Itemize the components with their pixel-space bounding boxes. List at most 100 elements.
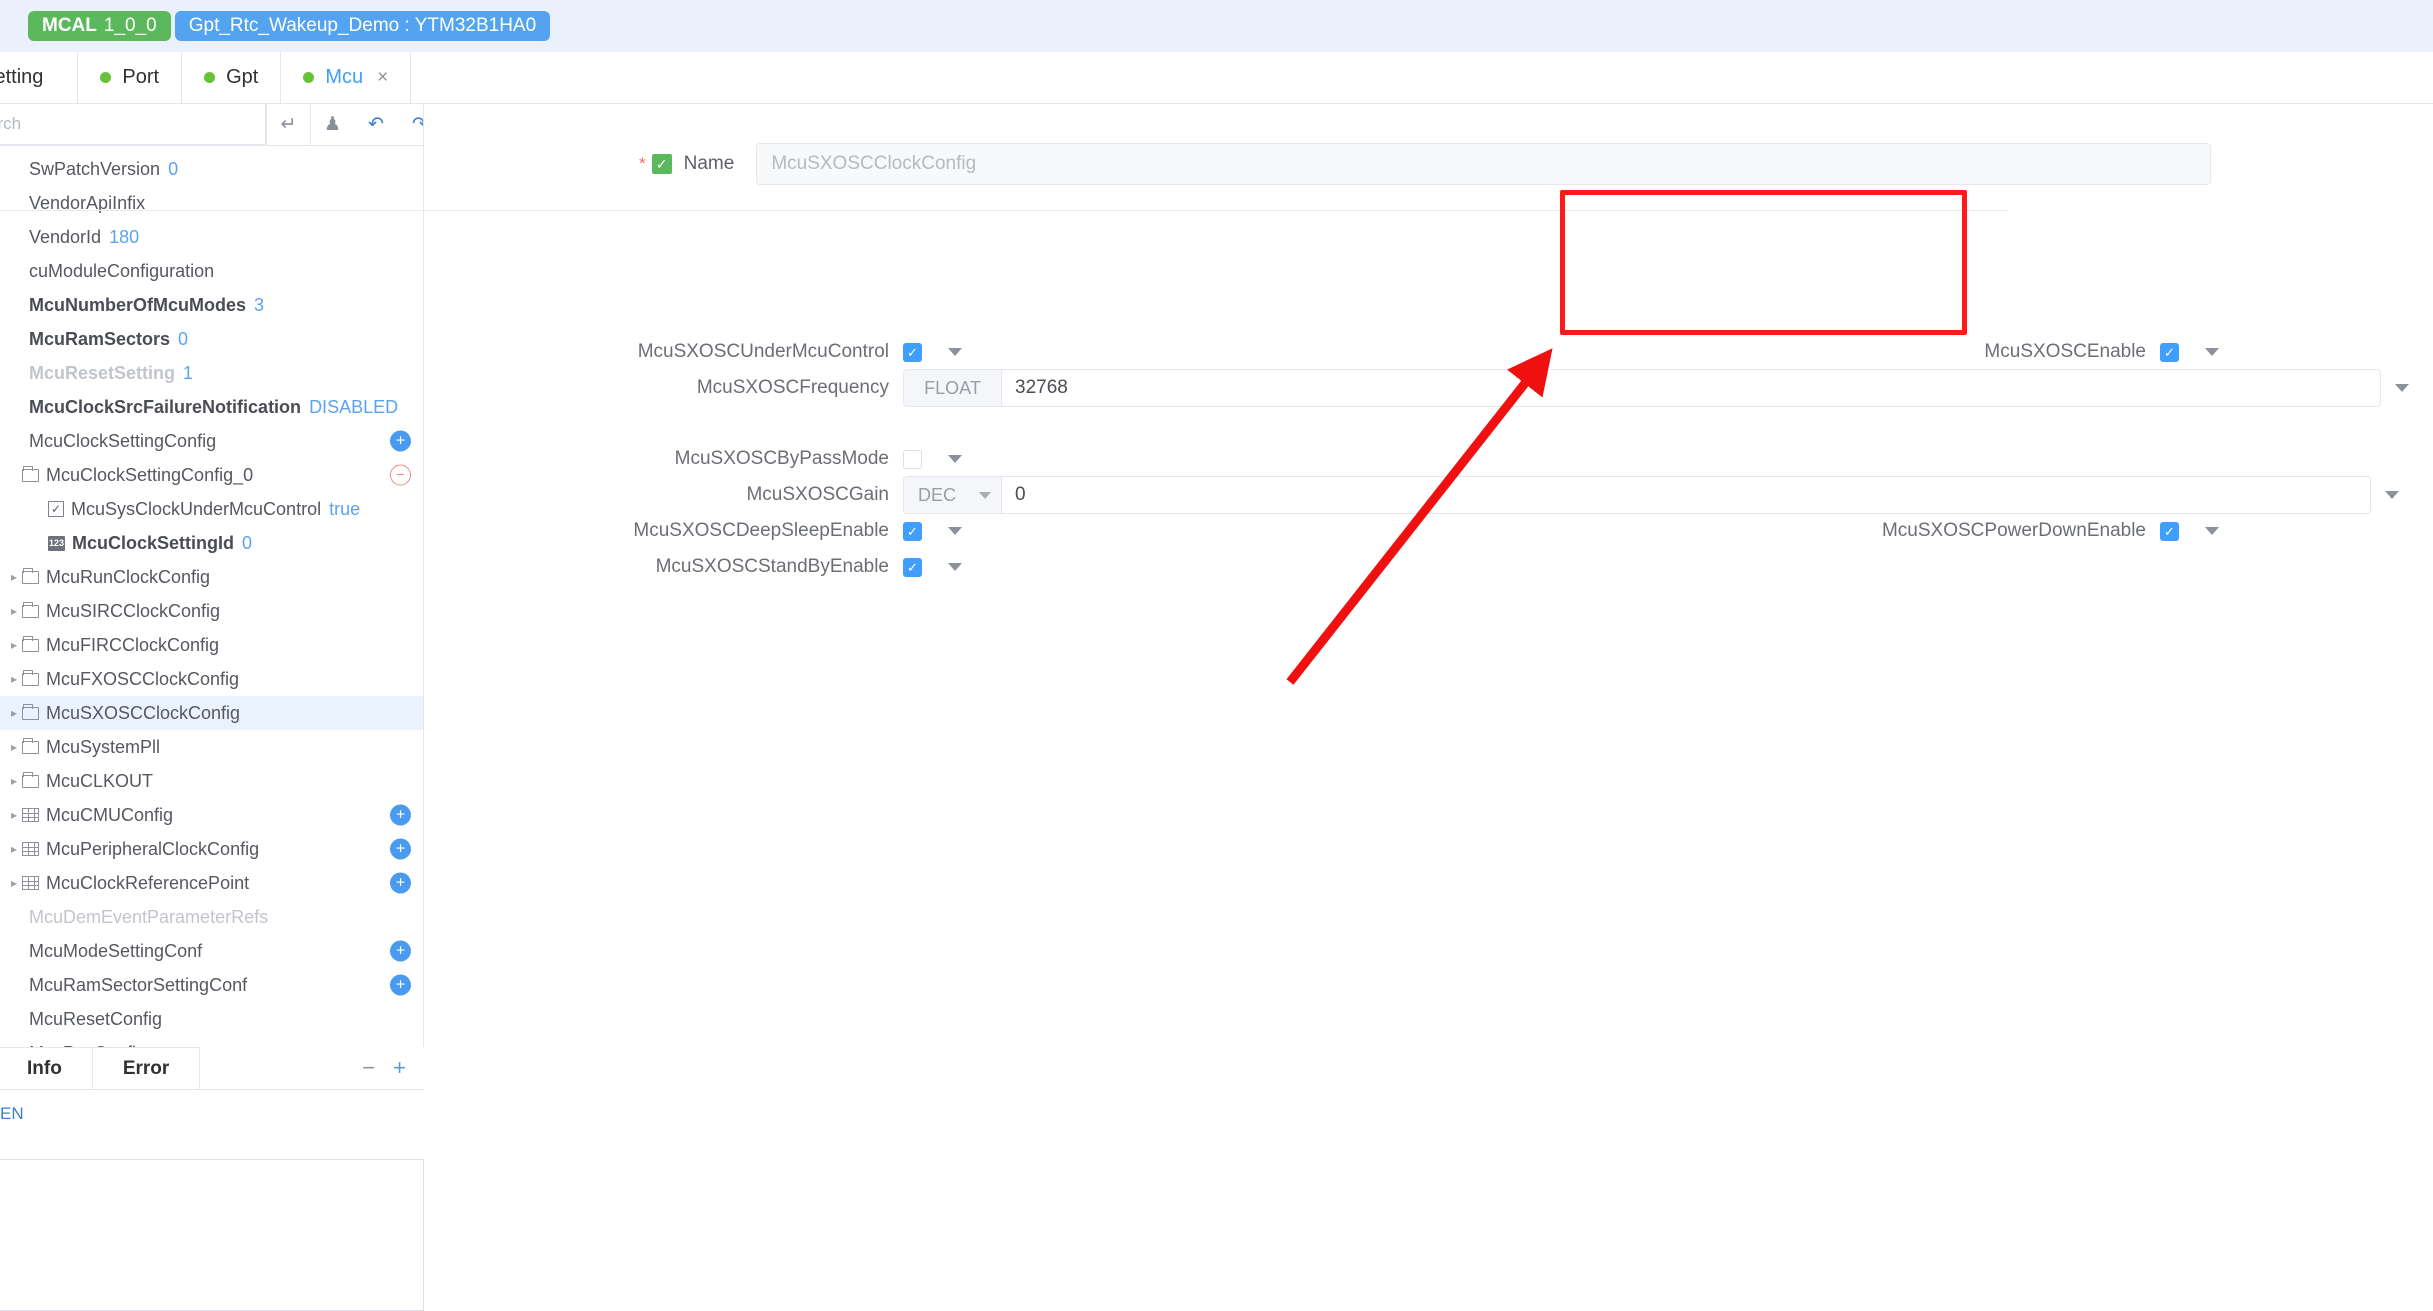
search-input[interactable]: arch	[0, 104, 266, 145]
field-label: McuSXOSCEnable	[1984, 341, 2146, 362]
tree-item[interactable]: ▸ McuSystemPll	[0, 730, 423, 764]
chevron-right-icon[interactable]: ▸	[6, 604, 22, 618]
undo-icon[interactable]: ↶	[354, 104, 398, 145]
tree-item[interactable]: ▸ McuCLKOUT	[0, 764, 423, 798]
tree-item-value: DISABLED	[309, 396, 399, 417]
add-item-button[interactable]: +	[390, 974, 411, 996]
folder-icon	[22, 737, 39, 754]
log-tab-bar: Info Error − +	[0, 1047, 424, 1090]
chevron-down-icon[interactable]	[948, 455, 962, 463]
tree-item[interactable]: ▸✓McuSysClockUnderMcuControltrue	[0, 492, 423, 526]
tab-info[interactable]: Info	[0, 1047, 93, 1089]
chevron-down-icon[interactable]	[2205, 348, 2219, 356]
status-dot-icon	[100, 72, 112, 83]
tree-item[interactable]: ▸McuClockSettingConfig_0−	[0, 458, 423, 492]
chevron-down-icon[interactable]	[948, 563, 962, 571]
folder-icon	[22, 669, 39, 686]
remove-item-button[interactable]: −	[390, 464, 411, 486]
chevron-down-icon[interactable]	[948, 348, 962, 356]
tree-item-label: McuCLKOUT	[46, 770, 154, 791]
add-item-button[interactable]: +	[390, 872, 411, 894]
tree-item[interactable]: ▸ McuPeripheralClockConfig +	[0, 832, 423, 866]
chevron-down-icon[interactable]	[2205, 527, 2219, 535]
tree-item[interactable]: ▸ McuFIRCClockConfig	[0, 628, 423, 662]
language-indicator[interactable]: EN	[0, 1090, 424, 1124]
expand-icon[interactable]: +	[393, 1057, 406, 1079]
tree-item[interactable]: ▸ McuSXOSCClockConfig	[0, 696, 423, 730]
checkbox-icon: ✓	[48, 501, 64, 517]
tree-item[interactable]: ▸McuResetConfig	[0, 1002, 423, 1036]
add-item-button[interactable]: +	[390, 804, 411, 826]
tree-item[interactable]: ▸McuModeSettingConf+	[0, 934, 423, 968]
tree-item[interactable]: ▸McuClockSettingConfig+	[0, 424, 423, 458]
field-checkbox[interactable]: ✓	[2160, 342, 2179, 362]
field-label: McuSXOSCPowerDownEnable	[1881, 520, 2146, 541]
tree-item[interactable]: ▸McuRamSectorSettingConf+	[0, 968, 423, 1002]
tree-item[interactable]: ▸cuModuleConfiguration	[0, 254, 423, 288]
reset-arrow-icon[interactable]: ↵	[266, 104, 310, 145]
tree-item[interactable]: ▸123McuClockSettingId0	[0, 526, 423, 560]
tree-item[interactable]: ▸ McuCMUConfig +	[0, 798, 423, 832]
add-item-button[interactable]: +	[390, 430, 411, 452]
chevron-right-icon[interactable]: ▸	[6, 808, 22, 822]
tree-item[interactable]: ▸McuResetSetting1	[0, 356, 423, 390]
radix-select[interactable]: DEC	[903, 476, 1001, 514]
chevron-right-icon[interactable]: ▸	[6, 876, 22, 890]
field-input-group: FLOAT 32768	[903, 369, 2381, 407]
tab-error[interactable]: Error	[92, 1047, 201, 1089]
tree-item[interactable]: ▸McuDemEventParameterRefs	[0, 900, 423, 934]
name-input[interactable]: McuSXOSCClockConfig	[756, 143, 2212, 185]
field-label: McuSXOSCByPassMode	[674, 448, 889, 469]
chevron-right-icon[interactable]: ▸	[6, 706, 22, 720]
tree-item[interactable]: ▸McuClockSrcFailureNotificationDISABLED	[0, 390, 423, 424]
tree-item-value: 1	[183, 362, 194, 383]
application-window: MCAL 1_0_0 Gpt_Rtc_Wakeup_Demo : YTM32B1…	[0, 0, 2433, 1311]
robot-icon[interactable]: ♟	[310, 104, 354, 145]
chevron-right-icon[interactable]: ▸	[6, 842, 22, 856]
chevron-down-icon[interactable]	[2385, 491, 2399, 499]
chevron-down-icon[interactable]	[2395, 384, 2409, 392]
tree-item[interactable]: ▸McuNumberOfMcuModes3	[0, 288, 423, 322]
add-item-button[interactable]: +	[390, 838, 411, 860]
tab-mcu[interactable]: Mcu ×	[281, 52, 412, 103]
valid-check-icon: ✓	[651, 154, 672, 174]
tab-setting[interactable]: t Setting	[0, 52, 79, 103]
chevron-right-icon[interactable]: ▸	[6, 638, 22, 652]
tree-item-label: VendorId	[29, 226, 102, 247]
tab-port[interactable]: Port	[78, 52, 183, 103]
field-value-input[interactable]: 0	[1001, 476, 2371, 514]
field-value-input[interactable]: 32768	[1001, 369, 2381, 407]
tree-item[interactable]: ▸McuRamSectors0	[0, 322, 423, 356]
tree-item[interactable]: ▸ McuFXOSCClockConfig	[0, 662, 423, 696]
field-checkbox[interactable]	[903, 449, 922, 469]
tab-gpt[interactable]: Gpt	[182, 52, 282, 103]
field-checkbox[interactable]: ✓	[903, 557, 922, 577]
close-icon[interactable]: ×	[377, 68, 388, 87]
chevron-right-icon[interactable]: ▸	[6, 740, 22, 754]
tree-item[interactable]: ▸SwPatchVersion0	[0, 152, 423, 186]
tree-item-label: McuSIRCClockConfig	[46, 600, 221, 621]
tree-item[interactable]: ▸ McuClockReferencePoint +	[0, 866, 423, 900]
tree-item[interactable]: ▸McuPcuConfig	[0, 1036, 423, 1048]
field-checkbox[interactable]: ✓	[903, 342, 922, 362]
chevron-down-icon[interactable]	[948, 527, 962, 535]
tree-item[interactable]: ▸ McuSIRCClockConfig	[0, 594, 423, 628]
tree-item[interactable]: ▸VendorId180	[0, 220, 423, 254]
tree-item-label: McuFXOSCClockConfig	[46, 668, 240, 689]
add-item-button[interactable]: +	[390, 940, 411, 962]
chevron-right-icon[interactable]: ▸	[6, 570, 22, 584]
collapse-icon[interactable]: −	[362, 1057, 375, 1079]
chevron-right-icon[interactable]: ▸	[6, 672, 22, 686]
sidebar-toolbar-icons: ↵ ♟ ↶ ↷	[266, 104, 423, 145]
redo-icon[interactable]: ↷	[398, 104, 423, 145]
field-checkbox[interactable]: ✓	[903, 521, 922, 541]
section-divider	[0, 210, 2009, 211]
tree-item-label: McuSXOSCClockConfig	[46, 702, 241, 723]
required-marker: *	[639, 154, 646, 173]
prefix-text: DEC	[918, 484, 957, 505]
tree-item[interactable]: ▸ McuRunClockConfig	[0, 560, 423, 594]
chevron-right-icon[interactable]: ▸	[6, 774, 22, 788]
tree-item[interactable]: ▸VendorApiInfix	[0, 186, 423, 220]
field-checkbox[interactable]: ✓	[2160, 521, 2179, 541]
form-field-row: McuSXOSCFrequency FLOAT 32768	[697, 369, 2409, 407]
